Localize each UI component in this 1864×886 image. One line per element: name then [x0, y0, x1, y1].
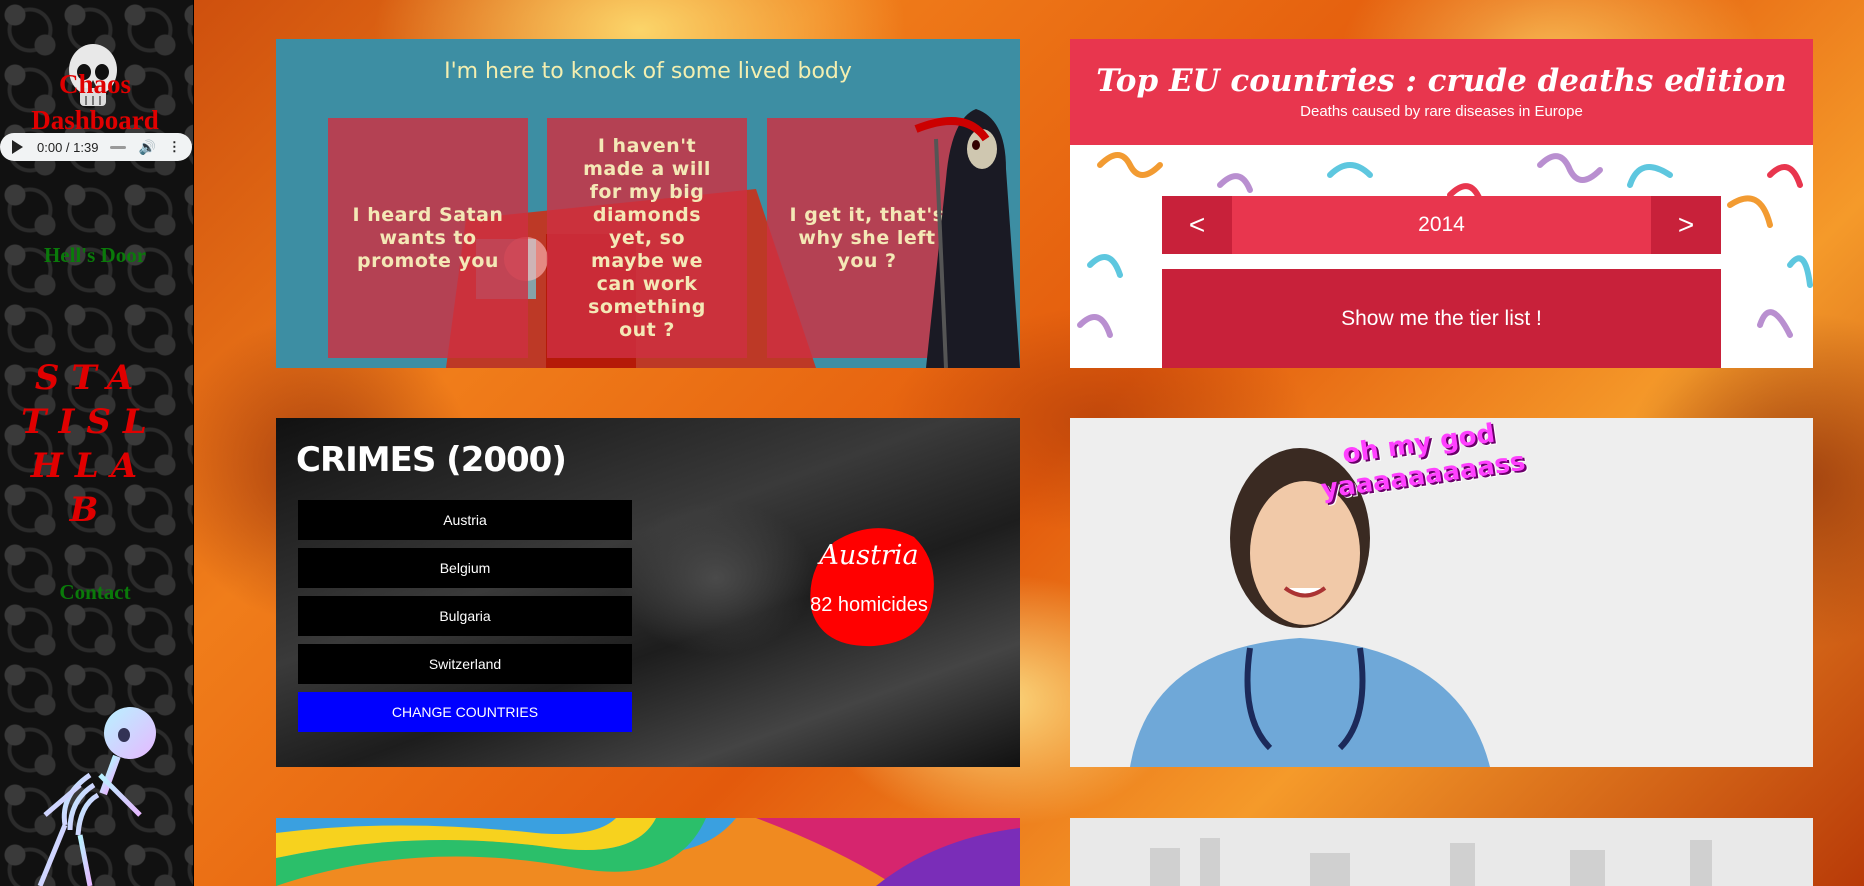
city-card — [1070, 818, 1813, 886]
country-button-austria[interactable]: Austria — [298, 500, 632, 540]
highlight-count: 82 homicides — [810, 594, 928, 616]
deaths-card-header: Top EU countries : crude deaths edition … — [1070, 39, 1813, 145]
city-skyline-image — [1070, 818, 1813, 886]
country-button-belgium[interactable]: Belgium — [298, 548, 632, 588]
next-year-button[interactable]: > — [1651, 196, 1721, 254]
year-selector: < 2014 > — [1162, 196, 1721, 254]
year-value: 2014 — [1418, 213, 1465, 236]
message-tile-2[interactable]: I haven't made a will for my big diamond… — [547, 118, 747, 358]
show-tier-list-button[interactable]: Show me the tier list ! — [1162, 269, 1721, 368]
grim-reaper-icon — [914, 109, 1020, 368]
prev-year-button[interactable]: < — [1162, 196, 1232, 254]
more-options-icon[interactable]: ⋮ — [168, 139, 181, 155]
meme-card: oh my god yaaaaaaaaass — [1070, 418, 1813, 767]
deaths-card-title: Top EU countries : crude deaths edition — [1096, 63, 1787, 99]
sidebar: Chaos Dashboard 0:00 / 1:39 🔊 ⋮ Hell's D… — [0, 0, 194, 886]
audio-player[interactable]: 0:00 / 1:39 🔊 ⋮ — [0, 133, 192, 161]
crimes-card: CRIMES (2000) Austria Belgium Bulgaria S… — [276, 418, 1020, 767]
play-icon[interactable] — [12, 140, 23, 154]
nav-contact[interactable]: Contact — [0, 580, 190, 605]
satan-card: I'm here to knock of some lived body I h… — [276, 39, 1020, 368]
audio-time: 0:00 / 1:39 — [37, 139, 99, 155]
deaths-card: Top EU countries : crude deaths edition … — [1070, 39, 1813, 368]
satan-card-title: I'm here to knock of some lived body — [444, 59, 852, 84]
volume-icon[interactable]: 🔊 — [138, 139, 155, 156]
highlight-country: Austria — [819, 540, 919, 571]
country-button-bulgaria[interactable]: Bulgaria — [298, 596, 632, 636]
rainbow-card — [276, 818, 1020, 886]
rainbow-image — [276, 818, 1020, 886]
crimes-card-title: CRIMES (2000) — [296, 440, 567, 480]
deaths-card-subtitle: Deaths caused by rare diseases in Europe — [1300, 103, 1583, 120]
skeleton-icon — [37, 707, 156, 886]
seek-bar[interactable] — [110, 145, 127, 149]
site-title: Chaos Dashboard — [31, 69, 159, 135]
nav-stats[interactable]: STATISLHLAB — [20, 356, 160, 532]
nav-hells-door[interactable]: Hell's Door — [0, 243, 190, 268]
message-tile-1[interactable]: I heard Satan wants to promote you — [328, 118, 528, 358]
change-countries-button[interactable]: CHANGE COUNTRIES — [298, 692, 632, 732]
country-button-switzerland[interactable]: Switzerland — [298, 644, 632, 684]
